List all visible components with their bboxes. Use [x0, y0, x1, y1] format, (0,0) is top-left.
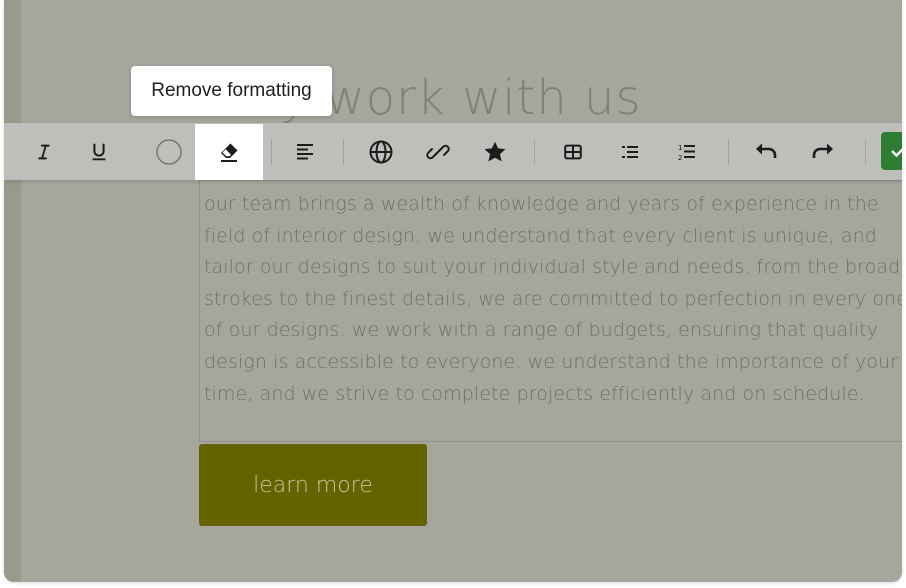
toolbar-separator — [728, 139, 729, 165]
formatting-toolbar: 12 — [4, 123, 902, 180]
remove-formatting-tooltip: Remove formatting — [131, 66, 332, 116]
editor-frame: Why work with us our team brings a wealt… — [4, 0, 902, 582]
svg-text:2: 2 — [678, 154, 682, 162]
link-button[interactable] — [413, 123, 463, 180]
confirm-button[interactable] — [881, 132, 902, 170]
underline-button[interactable] — [74, 123, 124, 180]
toolbar-separator — [534, 139, 535, 165]
paragraph-line: our team brings a wealth of knowledge an… — [204, 193, 879, 215]
bullet-list-button[interactable] — [605, 123, 655, 180]
redo-icon — [810, 139, 836, 165]
favorite-button[interactable] — [470, 123, 520, 180]
underline-icon — [88, 141, 110, 163]
table-icon — [562, 141, 584, 163]
undo-icon — [753, 139, 779, 165]
italic-button[interactable] — [18, 123, 68, 180]
language-button[interactable] — [356, 123, 406, 180]
paragraph-line: strokes to the finest details, we are co… — [204, 287, 902, 310]
italic-icon — [32, 141, 54, 163]
link-icon — [425, 139, 451, 165]
bullet-list-icon — [618, 140, 642, 164]
align-left-icon — [293, 140, 317, 164]
paragraph-text[interactable]: our team brings a wealth of knowledge an… — [204, 189, 902, 410]
table-button[interactable] — [548, 123, 598, 180]
paragraph-line: design is accessible to everyone. we und… — [204, 350, 899, 373]
toolbar-separator — [865, 139, 866, 165]
remove-formatting-button[interactable] — [195, 124, 263, 180]
numbered-list-button[interactable]: 12 — [662, 123, 712, 180]
numbered-list-icon: 12 — [675, 140, 699, 164]
paragraph-editor[interactable]: our team brings a wealth of knowledge an… — [199, 180, 902, 442]
undo-button[interactable] — [741, 123, 791, 180]
svg-text:1: 1 — [678, 144, 682, 152]
toolbar-separator — [343, 139, 344, 165]
check-icon — [889, 141, 902, 161]
learn-more-button[interactable]: learn more — [199, 444, 427, 526]
star-icon — [482, 139, 508, 165]
paragraph-line: of our designs. we work with a range of … — [204, 319, 879, 342]
toolbar-separator — [271, 139, 272, 165]
text-color-button[interactable] — [144, 123, 194, 180]
redo-button[interactable] — [798, 123, 848, 180]
align-button[interactable] — [280, 123, 330, 180]
paragraph-line: field of interior design. we understand … — [204, 224, 877, 247]
paragraph-line: time, and we strive to complete projects… — [204, 382, 865, 405]
paragraph-line: tailor our designs to suit your individu… — [204, 256, 901, 279]
remove-formatting-icon — [217, 140, 241, 164]
left-border-strip — [4, 0, 21, 582]
globe-icon — [368, 139, 394, 165]
text-color-icon — [155, 138, 183, 166]
